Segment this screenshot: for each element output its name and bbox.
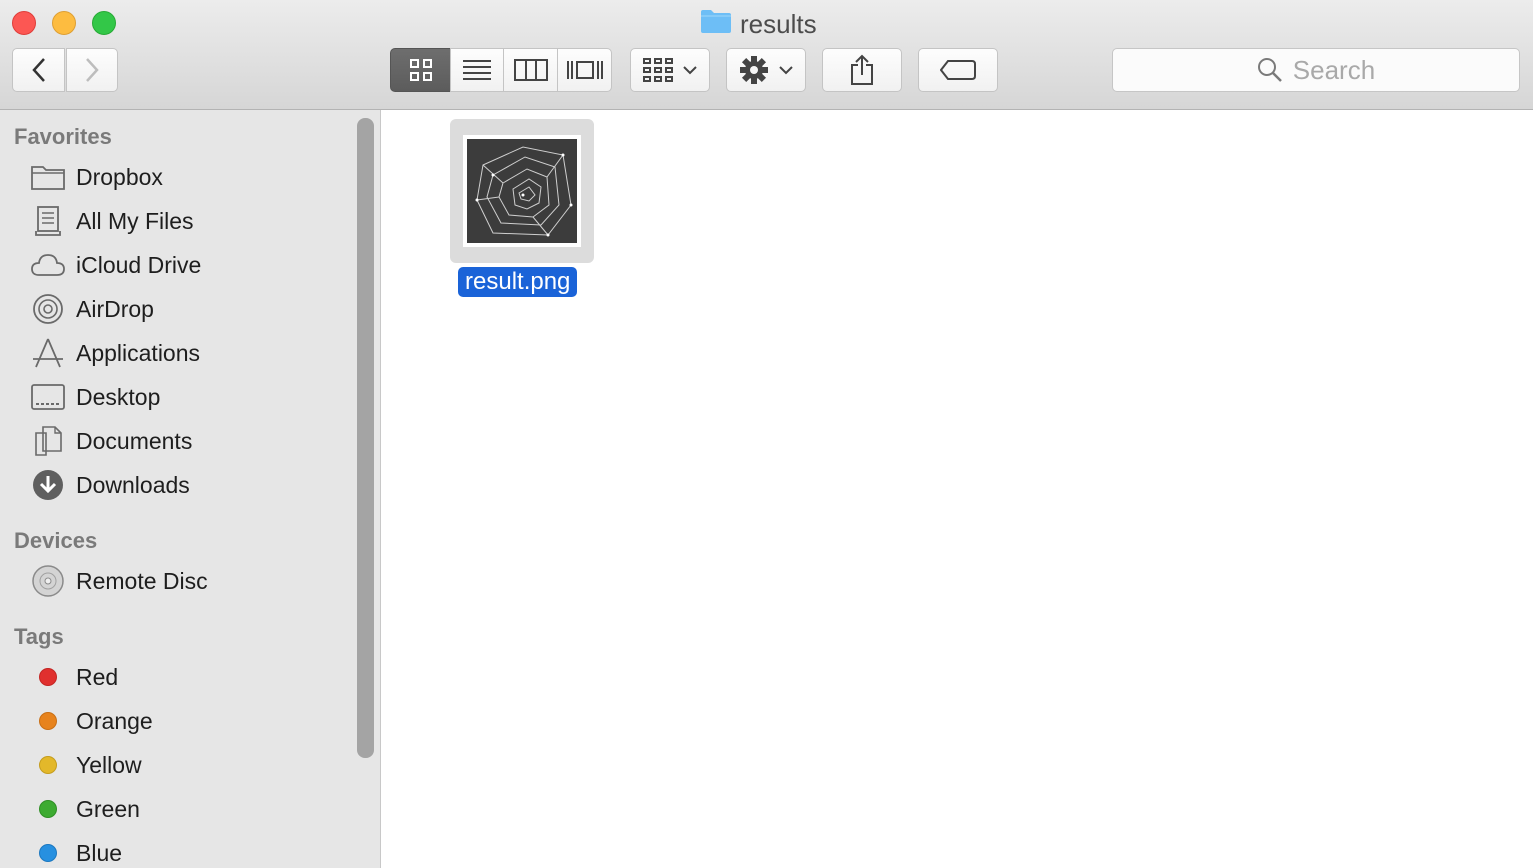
desktop-icon [30, 379, 66, 415]
sidebar-item-tag-blue[interactable]: Blue [30, 835, 350, 868]
yellow-tag-icon [39, 756, 57, 774]
minimize-window-button[interactable] [52, 11, 76, 35]
column-view-button[interactable] [503, 48, 558, 92]
image-thumbnail-icon [463, 135, 581, 247]
applications-icon [30, 335, 66, 371]
file-thumbnail[interactable] [450, 119, 594, 263]
sidebar-item-label: Orange [76, 707, 153, 734]
sidebar-item-label: Dropbox [76, 163, 163, 190]
downloads-icon [30, 467, 66, 503]
list-view-button[interactable] [450, 48, 504, 92]
sidebar-item-desktop[interactable]: Desktop [30, 379, 350, 415]
icon-view-button[interactable] [390, 48, 451, 92]
sidebar-scrollbar[interactable] [357, 118, 374, 758]
list-icon [463, 60, 491, 80]
sidebar-item-tag-orange[interactable]: Orange [30, 703, 350, 739]
sidebar: Favorites Dropbox All My Files iCloud Dr… [0, 110, 381, 868]
airdrop-icon [30, 291, 66, 327]
cloud-icon [30, 247, 66, 283]
sidebar-item-label: AirDrop [76, 295, 154, 322]
search-placeholder: Search [1292, 54, 1376, 85]
red-tag-icon [39, 668, 57, 686]
cover-flow-view-button[interactable] [557, 48, 612, 92]
orange-tag-icon [39, 712, 57, 730]
search-icon [1257, 58, 1282, 82]
sidebar-item-label: Blue [76, 839, 123, 866]
favorites-heading: Favorites [14, 124, 112, 149]
tags-heading: Tags [14, 624, 64, 649]
window-title: results [700, 8, 817, 40]
sidebar-item-label: Documents [76, 427, 193, 454]
file-name-label[interactable]: result.png [458, 267, 578, 297]
disc-icon [30, 563, 66, 599]
sidebar-item-label: Desktop [76, 383, 161, 410]
sidebar-item-label: Red [76, 663, 119, 690]
sidebar-item-airdrop[interactable]: AirDrop [30, 291, 350, 327]
sidebar-item-tag-green[interactable]: Green [30, 791, 350, 827]
action-button[interactable] [726, 48, 806, 92]
sidebar-item-icloud-drive[interactable]: iCloud Drive [30, 247, 350, 283]
sidebar-item-remote-disc[interactable]: Remote Disc [30, 563, 350, 599]
chevron-left-icon [31, 58, 45, 82]
chevron-down-icon [779, 66, 793, 75]
folder-icon [30, 159, 66, 195]
sidebar-item-label: All My Files [76, 207, 194, 234]
edit-tags-button[interactable] [918, 48, 998, 92]
blue-tag-icon [39, 844, 57, 862]
file-browser-area[interactable]: result.png [382, 110, 1533, 868]
green-tag-icon [39, 800, 57, 818]
back-button[interactable] [12, 48, 65, 92]
sidebar-item-label: Green [76, 795, 140, 822]
share-button[interactable] [822, 48, 902, 92]
sidebar-item-tag-red[interactable]: Red [30, 659, 350, 695]
columns-icon [513, 59, 548, 81]
sidebar-item-label: Downloads [76, 471, 190, 498]
arrange-button[interactable] [630, 48, 710, 92]
all-files-icon [30, 203, 66, 239]
title-bar: results Search [0, 0, 1533, 110]
forward-button[interactable] [66, 48, 118, 92]
view-mode-control [390, 48, 612, 92]
tag-icon [940, 60, 976, 80]
window-title-text: results [740, 8, 817, 39]
chevron-down-icon [683, 66, 697, 75]
sidebar-item-label: iCloud Drive [76, 251, 202, 278]
sidebar-item-all-my-files[interactable]: All My Files [30, 203, 350, 239]
gear-icon [740, 56, 768, 84]
cover-flow-icon [566, 61, 603, 79]
sidebar-item-dropbox[interactable]: Dropbox [30, 159, 350, 195]
sidebar-item-label: Yellow [76, 751, 142, 778]
share-icon [851, 54, 873, 85]
devices-heading: Devices [14, 528, 98, 553]
sidebar-item-label: Remote Disc [76, 567, 208, 594]
sidebar-item-documents[interactable]: Documents [30, 423, 350, 459]
sidebar-item-applications[interactable]: Applications [30, 335, 350, 371]
folder-icon [700, 8, 732, 41]
arrange-icon [643, 58, 673, 82]
chevron-right-icon [86, 58, 99, 82]
sidebar-item-label: Applications [76, 339, 201, 366]
documents-icon [30, 423, 66, 459]
sidebar-item-tag-yellow[interactable]: Yellow [30, 747, 350, 783]
close-window-button[interactable] [12, 11, 36, 35]
grid-icon [409, 59, 432, 81]
zoom-window-button[interactable] [92, 11, 116, 35]
search-field[interactable]: Search [1112, 48, 1520, 92]
sidebar-item-downloads[interactable]: Downloads [30, 467, 350, 503]
